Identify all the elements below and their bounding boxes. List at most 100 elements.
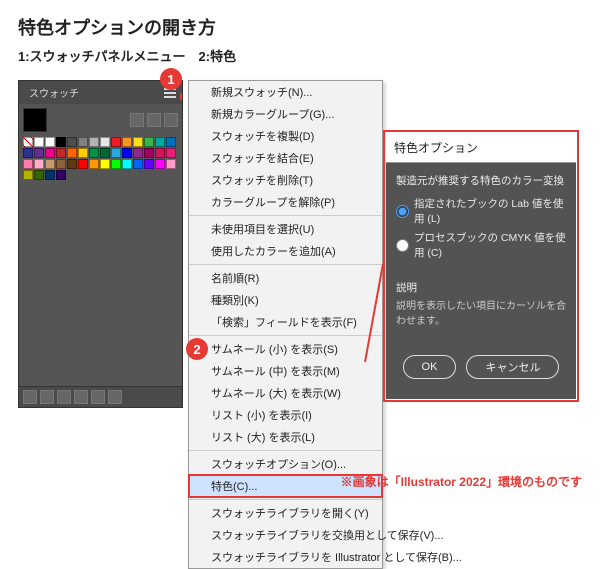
swatch[interactable]	[111, 148, 121, 158]
panel-footer	[19, 386, 182, 407]
menu-item[interactable]: 名前順(R)	[189, 267, 382, 289]
panel-tab[interactable]: スウォッチ	[23, 83, 85, 102]
swatch[interactable]	[144, 159, 154, 169]
radio-cmyk-input[interactable]	[396, 239, 409, 252]
swatch[interactable]	[23, 137, 33, 147]
swatch[interactable]	[67, 137, 77, 147]
footer-icon-group[interactable]	[74, 390, 88, 404]
swatch[interactable]	[23, 159, 33, 169]
menu-item[interactable]: カラーグループを解除(P)	[189, 191, 382, 213]
menu-item[interactable]: サムネール (中) を表示(M)	[189, 360, 382, 382]
radio-lab[interactable]: 指定されたブックの Lab 値を使用 (L)	[396, 194, 566, 228]
badge-1: 1	[160, 68, 182, 90]
badge-2: 2	[186, 338, 208, 360]
swatch[interactable]	[45, 170, 55, 180]
swatch[interactable]	[45, 148, 55, 158]
radio-cmyk[interactable]: プロセスブックの CMYK 値を使用 (C)	[396, 228, 566, 262]
radio-lab-input[interactable]	[396, 205, 409, 218]
swatch[interactable]	[23, 170, 33, 180]
swatch[interactable]	[67, 159, 77, 169]
swatch[interactable]	[34, 159, 44, 169]
menu-item[interactable]: 「検索」フィールドを表示(F)	[189, 311, 382, 333]
menu-item[interactable]: スウォッチを結合(E)	[189, 147, 382, 169]
cancel-button[interactable]: キャンセル	[466, 355, 559, 379]
menu-item[interactable]: 使用したカラーを追加(A)	[189, 240, 382, 262]
swatch[interactable]	[67, 148, 77, 158]
swatch[interactable]	[111, 137, 121, 147]
swatch[interactable]	[45, 137, 55, 147]
swatch[interactable]	[23, 148, 33, 158]
radio-cmyk-label: プロセスブックの CMYK 値を使用 (C)	[414, 230, 566, 260]
swatch[interactable]	[166, 137, 176, 147]
dialog-desc-head: 説明	[396, 280, 566, 295]
swatch[interactable]	[133, 159, 143, 169]
menu-item[interactable]: 新規スウォッチ(N)...	[189, 81, 382, 103]
menu-item[interactable]: スウォッチライブラリを Illustrator として保存(B)...	[189, 546, 382, 568]
swatches-panel: スウォッチ	[18, 80, 183, 408]
swatch[interactable]	[56, 159, 66, 169]
swatch[interactable]	[166, 148, 176, 158]
view-icon-3[interactable]	[164, 113, 178, 127]
menu-item[interactable]: 新規カラーグループ(G)...	[189, 103, 382, 125]
swatch[interactable]	[122, 137, 132, 147]
swatch[interactable]	[34, 170, 44, 180]
footer-icon-library[interactable]	[23, 390, 37, 404]
swatch[interactable]	[155, 148, 165, 158]
view-icon-1[interactable]	[130, 113, 144, 127]
footer-icon-options[interactable]	[57, 390, 71, 404]
footer-icon-delete[interactable]	[108, 390, 122, 404]
spotcolor-dialog: 特色オプション 製造元が推奨する特色のカラー変換 指定されたブックの Lab 値…	[386, 133, 576, 399]
panel-flyout-menu: 新規スウォッチ(N)...新規カラーグループ(G)...スウォッチを複製(D)ス…	[188, 80, 383, 569]
ok-button[interactable]: OK	[403, 355, 457, 379]
swatch[interactable]	[78, 148, 88, 158]
swatch[interactable]	[89, 137, 99, 147]
fill-swatch[interactable]	[23, 108, 47, 132]
swatch[interactable]	[34, 148, 44, 158]
swatch[interactable]	[89, 148, 99, 158]
menu-item[interactable]: スウォッチを削除(T)	[189, 169, 382, 191]
dialog-highlight-frame: 特色オプション 製造元が推奨する特色のカラー変換 指定されたブックの Lab 値…	[383, 130, 579, 402]
footer-icon-menu[interactable]	[40, 390, 54, 404]
menu-item[interactable]: スウォッチを複製(D)	[189, 125, 382, 147]
swatch[interactable]	[56, 137, 66, 147]
swatch[interactable]	[56, 170, 66, 180]
menu-item[interactable]: スウォッチオプション(O)...	[189, 453, 382, 475]
page-title: 特色オプションの開き方	[0, 0, 600, 46]
panel-spacer	[19, 186, 182, 386]
swatch[interactable]	[100, 148, 110, 158]
swatch[interactable]	[166, 159, 176, 169]
swatch[interactable]	[89, 159, 99, 169]
swatch[interactable]	[78, 159, 88, 169]
menu-item[interactable]: サムネール (小) を表示(S)	[189, 338, 382, 360]
dialog-title: 特色オプション	[386, 133, 576, 163]
swatch[interactable]	[133, 137, 143, 147]
swatch[interactable]	[100, 137, 110, 147]
swatch[interactable]	[56, 148, 66, 158]
menu-item[interactable]: スウォッチライブラリを開く(Y)	[189, 502, 382, 524]
swatch[interactable]	[155, 159, 165, 169]
swatch[interactable]	[122, 148, 132, 158]
swatch[interactable]	[45, 159, 55, 169]
footer-icon-new[interactable]	[91, 390, 105, 404]
dialog-desc-body: 説明を表示したい項目にカーソルを合わせます。	[396, 299, 566, 329]
menu-item[interactable]: リスト (大) を表示(L)	[189, 426, 382, 448]
view-icon-2[interactable]	[147, 113, 161, 127]
swatch[interactable]	[144, 137, 154, 147]
swatch[interactable]	[155, 137, 165, 147]
menu-item[interactable]: スウォッチライブラリを交換用として保存(V)...	[189, 524, 382, 546]
menu-item[interactable]: リスト (小) を表示(I)	[189, 404, 382, 426]
footer-caption: ※画象は「Illustrator 2022」環境のものです	[341, 473, 582, 490]
menu-item[interactable]: サムネール (大) を表示(W)	[189, 382, 382, 404]
menu-item[interactable]: 種類別(K)	[189, 289, 382, 311]
swatch[interactable]	[34, 137, 44, 147]
dialog-section-label: 製造元が推奨する特色のカラー変換	[396, 173, 566, 188]
swatch[interactable]	[133, 148, 143, 158]
radio-lab-label: 指定されたブックの Lab 値を使用 (L)	[414, 196, 566, 226]
swatch[interactable]	[122, 159, 132, 169]
menu-item[interactable]: 未使用項目を選択(U)	[189, 218, 382, 240]
swatch[interactable]	[78, 137, 88, 147]
swatch[interactable]	[111, 159, 121, 169]
swatch[interactable]	[100, 159, 110, 169]
swatch-grid	[19, 134, 182, 186]
swatch[interactable]	[144, 148, 154, 158]
